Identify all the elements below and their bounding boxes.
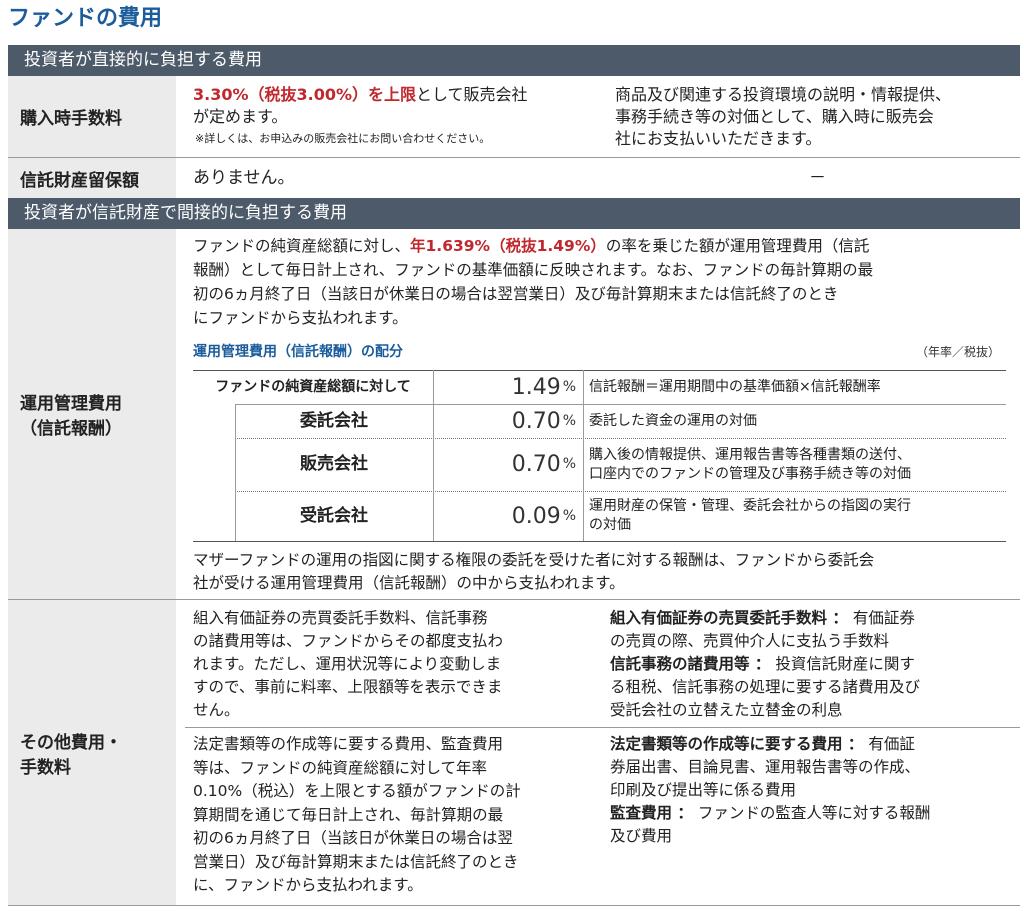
allocation-row-management-label: 委託会社 — [300, 410, 368, 431]
allocation-row-management-desc: 委託した資金の運用の対価 — [589, 412, 757, 429]
allocation-row-total-desc: 信託報酬＝運用期間中の基準価額×信託報酬率 — [589, 378, 881, 395]
mgmt-fee-para-line3: 初の6ヵ月終了日（当該日が休業日の場合は翌営業日）及び毎計算期末または信託終了の… — [193, 285, 839, 303]
allocation-row-total-value: 1.49% — [511, 374, 576, 400]
allocation-row-total-label: ファンドの純資産総額に対して — [215, 378, 411, 395]
divider — [8, 905, 1020, 906]
mgmt-fee-rate: 年1.639%（税抜1.49%） — [410, 237, 606, 255]
purchase-fee-line2: が定めます。 — [193, 107, 288, 126]
mgmt-fee-para-line4: にファンドから支払われます。 — [193, 309, 408, 327]
other-fee-b-left: 法定書類等の作成等に要する費用、監査費用 等は、ファンドの純資産総額に対して年率… — [193, 735, 521, 894]
other-fee-a-left: 組入有価証券の売買委託手数料、信託事務 の諸費用等は、ファンドからその都度支払わ… — [193, 609, 504, 719]
other-fee-label: その他費用・ 手数料 — [8, 600, 176, 905]
purchase-fee-rate-line: 3.30%（税抜3.00%）を上限として販売会社 — [193, 85, 528, 104]
allocation-table: ファンドの純資産総額に対して 1.49% 信託報酬＝運用期間中の基準価額×信託報… — [193, 370, 1006, 542]
purchase-fee-desc-1: 商品及び関連する投資環境の説明・情報提供、 — [615, 85, 952, 104]
purchase-fee-label: 購入時手数料 — [8, 76, 176, 157]
mgmt-fee-label: 運用管理費用 （信託報酬） — [8, 229, 176, 599]
retention-label: 信託財産留保額 — [8, 158, 176, 198]
other-fee-a-right: 組入有価証券の売買委託手数料 ： 有価証券 の売買の際、売買仲介人に支払う手数料… — [610, 609, 921, 719]
purchase-fee-desc-2: 事務手続き等の対価として、購入時に販売会 — [615, 107, 934, 126]
retention-desc: － — [809, 168, 826, 188]
divider — [185, 727, 1020, 728]
allocation-row-trustee-value: 0.09% — [511, 503, 576, 529]
mgmt-fee-footer-line1: マザーファンドの運用の指図に関する権限の委託を受けた者に対する報酬は、ファンドか… — [193, 551, 875, 569]
purchase-fee-note: ※詳しくは、お申込みの販売会社にお問い合わせください。 — [195, 132, 491, 145]
page-title: ファンドの費用 — [8, 6, 163, 31]
allocation-row-distributor-label: 販売会社 — [300, 454, 368, 474]
other-fee-b-right: 法定書類等の作成等に要する費用 ： 有価証 券届出書、目論見書、運用報告書等の作… — [610, 735, 931, 845]
section-header-indirect: 投資者が信託財産で間接的に負担する費用 — [8, 198, 1020, 229]
mgmt-fee-para-line2: 報酬）として毎日計上され、ファンドの基準価額に反映されます。なお、ファンドの毎計… — [193, 261, 874, 279]
allocation-row-trustee-desc: 運用財産の保管・管理、委託会社からの指図の実行 の対価 — [589, 498, 911, 533]
mgmt-fee-para-line1: ファンドの純資産総額に対し、年1.639%（税抜1.49%）の率を乗じた額が運用… — [193, 237, 870, 255]
allocation-row-management-value: 0.70% — [511, 408, 576, 434]
purchase-fee-desc-3: 社にお支払いいただきます。 — [615, 129, 822, 148]
purchase-fee-rate: 3.30%（税抜3.00%）を上限 — [193, 85, 417, 104]
table-border — [193, 541, 1006, 542]
allocation-unit: （年率／税抜） — [916, 345, 1001, 359]
retention-value: ありません。 — [193, 168, 295, 188]
allocation-row-trustee-label: 受託会社 — [300, 505, 368, 526]
section-header-direct: 投資者が直接的に負担する費用 — [8, 45, 1020, 76]
allocation-row-distributor-desc: 購入後の情報提供、運用報告書等各種書類の送付、 口座内でのファンドの管理及び事務… — [589, 446, 911, 482]
mgmt-fee-footer-line2: 社が受ける運用管理費用（信託報酬）の中から支払われます。 — [193, 574, 625, 592]
allocation-row-distributor-value: 0.70% — [511, 452, 576, 477]
allocation-title: 運用管理費用（信託報酬）の配分 — [193, 344, 403, 360]
